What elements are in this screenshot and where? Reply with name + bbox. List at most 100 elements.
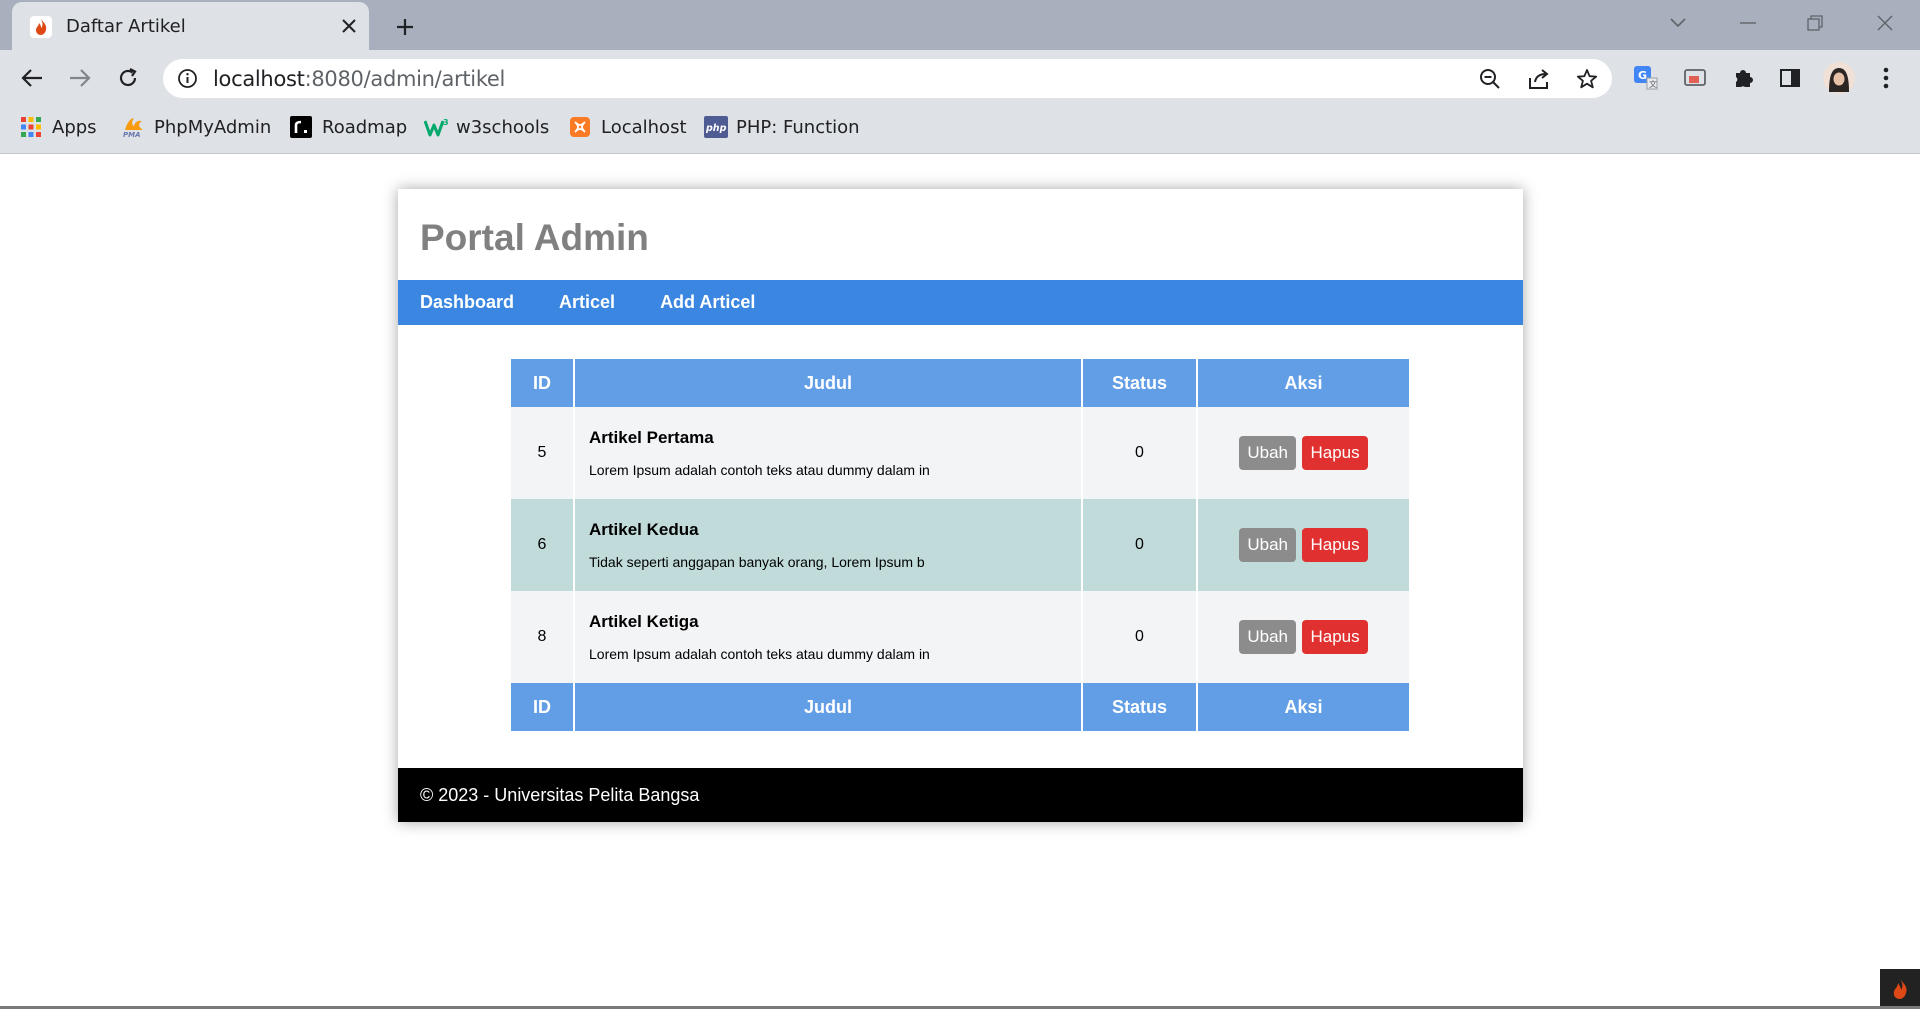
url-path: :8080/admin/artikel <box>304 67 506 91</box>
table-row: 5 Artikel Pertama Lorem Ipsum adalah con… <box>511 407 1409 499</box>
url-host: localhost <box>213 67 305 91</box>
w3schools-icon: 3 <box>423 116 449 138</box>
cell-judul: Artikel Ketiga Lorem Ipsum adalah contoh… <box>574 591 1083 683</box>
delete-button[interactable]: Hapus <box>1302 436 1368 470</box>
bookmark-w3schools[interactable]: 3 w3schools <box>423 114 550 140</box>
cell-status: 0 <box>1082 499 1198 591</box>
nav-dashboard-link[interactable]: Dashboard <box>420 292 514 313</box>
article-title: Artikel Pertama <box>589 428 714 447</box>
main-nav: Dashboard Articel Add Articel <box>398 280 1523 325</box>
cast-media-icon[interactable] <box>1679 62 1711 94</box>
bookmark-star-icon[interactable] <box>1573 65 1601 93</box>
codeigniter-flame-icon <box>30 16 52 38</box>
header-id: ID <box>511 359 575 407</box>
svg-text:3: 3 <box>443 118 449 127</box>
phpmyadmin-icon: PMA <box>122 116 144 139</box>
forward-arrow-icon[interactable] <box>62 60 98 96</box>
article-excerpt: Tidak seperti anggapan banyak orang, Lor… <box>589 554 925 570</box>
table-header-row: ID Judul Status Aksi <box>511 359 1409 407</box>
new-tab-plus-icon[interactable] <box>390 12 420 42</box>
debug-toolbar-flame-icon[interactable] <box>1880 969 1920 1009</box>
header-aksi: Aksi <box>1197 359 1409 407</box>
svg-text:文: 文 <box>1649 79 1657 89</box>
site-header: Portal Admin <box>398 189 1523 280</box>
bookmark-roadmap[interactable]: Roadmap <box>290 114 407 140</box>
bookmark-php-function[interactable]: php PHP: Function <box>704 114 860 140</box>
cell-judul: Artikel Kedua Tidak seperti anggapan ban… <box>574 499 1083 591</box>
article-excerpt: Lorem Ipsum adalah contoh teks atau dumm… <box>589 646 930 662</box>
header-judul: Judul <box>574 359 1083 407</box>
minimize-icon[interactable] <box>1728 8 1768 38</box>
svg-text:G: G <box>1638 69 1647 82</box>
footer-id: ID <box>511 683 575 731</box>
footer-aksi: Aksi <box>1197 683 1409 731</box>
xampp-icon <box>569 116 591 138</box>
svg-text:php: php <box>705 123 727 134</box>
cell-aksi: Ubah Hapus <box>1197 499 1409 591</box>
reload-icon[interactable] <box>110 60 146 96</box>
apps-grid-icon <box>20 116 42 138</box>
bookmark-label: Roadmap <box>322 116 408 138</box>
zoom-out-icon[interactable] <box>1476 65 1504 93</box>
restore-window-icon[interactable] <box>1795 8 1835 38</box>
cell-id: 5 <box>511 407 575 499</box>
bookmark-localhost[interactable]: Localhost <box>569 114 687 140</box>
bookmark-label: w3schools <box>456 116 550 138</box>
articles-table: ID Judul Status Aksi 5 Artikel Pertama L… <box>511 359 1409 731</box>
url-text[interactable]: localhost:8080/admin/artikel <box>213 67 505 91</box>
extensions-puzzle-icon[interactable] <box>1727 62 1759 94</box>
tab-strip: Daftar Artikel <box>0 0 1920 50</box>
bookmark-label: PhpMyAdmin <box>154 116 272 138</box>
bookmark-apps[interactable]: Apps <box>20 114 97 140</box>
site-title: Portal Admin <box>420 217 649 258</box>
share-icon[interactable] <box>1525 65 1553 93</box>
delete-button[interactable]: Hapus <box>1302 528 1368 562</box>
cell-status: 0 <box>1082 407 1198 499</box>
google-translate-icon[interactable]: G文 <box>1630 62 1662 94</box>
edit-button[interactable]: Ubah <box>1239 528 1297 562</box>
bookmarks-bar: Apps PMA PhpMyAdmin Roadmap 3 w3schools … <box>0 106 1000 146</box>
close-tab-icon[interactable] <box>336 13 362 39</box>
table-row: 6 Artikel Kedua Tidak seperti anggapan b… <box>511 499 1409 591</box>
edit-button[interactable]: Ubah <box>1239 620 1297 654</box>
cell-aksi: Ubah Hapus <box>1197 591 1409 683</box>
table-row: 8 Artikel Ketiga Lorem Ipsum adalah cont… <box>511 591 1409 683</box>
cell-judul: Artikel Pertama Lorem Ipsum adalah conto… <box>574 407 1083 499</box>
header-status: Status <box>1082 359 1198 407</box>
address-bar[interactable]: localhost:8080/admin/artikel <box>163 59 1612 98</box>
bookmark-phpmyadmin[interactable]: PMA PhpMyAdmin <box>122 114 271 140</box>
bookmark-label: Apps <box>52 116 97 138</box>
svg-text:PMA: PMA <box>123 131 141 138</box>
side-panel-icon[interactable] <box>1774 62 1806 94</box>
roadmap-icon <box>290 116 312 138</box>
close-window-icon[interactable] <box>1865 8 1905 38</box>
article-title: Artikel Kedua <box>589 520 699 539</box>
site-info-icon[interactable] <box>177 68 198 89</box>
browser-toolbar: localhost:8080/admin/artikel G文 Apps PMA… <box>0 50 1920 154</box>
cell-aksi: Ubah Hapus <box>1197 407 1409 499</box>
bookmark-label: Localhost <box>601 116 687 138</box>
edit-button[interactable]: Ubah <box>1239 436 1297 470</box>
cell-status: 0 <box>1082 591 1198 683</box>
footer-judul: Judul <box>574 683 1083 731</box>
php-icon: php <box>704 116 728 138</box>
footer-status: Status <box>1082 683 1198 731</box>
table-footer-row: ID Judul Status Aksi <box>511 683 1409 731</box>
profile-avatar-icon[interactable] <box>1822 61 1856 95</box>
article-excerpt: Lorem Ipsum adalah contoh teks atau dumm… <box>589 462 930 478</box>
cell-id: 8 <box>511 591 575 683</box>
browser-tab[interactable]: Daftar Artikel <box>12 2 369 50</box>
tab-search-chevron-icon[interactable] <box>1658 8 1698 38</box>
delete-button[interactable]: Hapus <box>1302 620 1368 654</box>
cell-id: 6 <box>511 499 575 591</box>
page-container: Portal Admin Dashboard Articel Add Artic… <box>398 189 1523 822</box>
more-menu-icon[interactable] <box>1870 62 1902 94</box>
articles-table-wrapper: ID Judul Status Aksi 5 Artikel Pertama L… <box>511 359 1409 731</box>
bookmark-label: PHP: Function <box>736 116 860 138</box>
back-arrow-icon[interactable] <box>14 60 50 96</box>
nav-add-articel-link[interactable]: Add Articel <box>660 292 755 313</box>
site-footer: © 2023 - Universitas Pelita Bangsa <box>398 768 1523 822</box>
nav-articel-link[interactable]: Articel <box>559 292 615 313</box>
tab-title: Daftar Artikel <box>66 16 186 37</box>
article-title: Artikel Ketiga <box>589 612 699 631</box>
